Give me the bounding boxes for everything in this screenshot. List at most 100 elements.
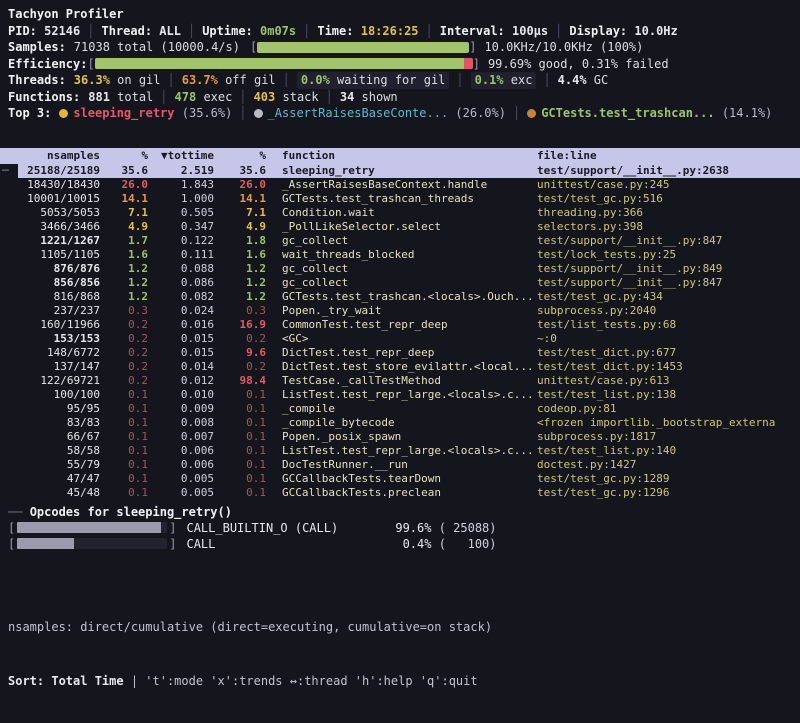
separator: │ (296, 23, 317, 40)
top-function[interactable]: GCTests.test_trashcan... (14.1%) (527, 105, 772, 122)
table-row[interactable]: 816/8681.20.0821.2GCTests.test_trashcan.… (0, 290, 800, 304)
tottime-cell: 0.122 (148, 234, 214, 248)
separator: │ (276, 72, 297, 89)
thread-stat: 4.4% GC (558, 72, 609, 89)
file-line-cell: test/test_list.py:138 (537, 388, 800, 402)
separator: │ (449, 72, 470, 89)
function-cell: gc_collect (282, 234, 537, 248)
opcodes-section: ── Opcodes for sleeping_retry() []CALL_B… (0, 500, 800, 552)
pct-direct-cell: 35.6 (100, 164, 148, 178)
nsamples-cell: 1221/1267 (18, 234, 100, 248)
tottime-cell: 2.519 (148, 164, 214, 178)
nsamples-cell: 153/153 (18, 332, 100, 346)
pct-direct-cell: 0.1 (100, 416, 148, 430)
col-gap (266, 402, 282, 416)
tottime-cell: 0.088 (148, 262, 214, 276)
col-pct-direct[interactable]: % (100, 148, 148, 164)
nsamples-cell: 18430/18430 (18, 178, 100, 192)
bracket-open: [ (8, 520, 15, 536)
table-row[interactable]: 237/2370.30.0240.3Popen._try_waitsubproc… (0, 304, 800, 318)
bracket-close: ] (469, 39, 476, 56)
nsamples-cell: 816/868 (18, 290, 100, 304)
tottime-cell: 0.009 (148, 402, 214, 416)
table-row[interactable]: 3466/34664.90.3474.9_PollLikeSelector.se… (0, 220, 800, 234)
samples-value: 71038 total (10000.4/s) (74, 39, 240, 56)
pct-cumulative-cell: 1.8 (214, 234, 266, 248)
table-row[interactable]: 83/830.10.0080.1_compile_bytecode<frozen… (0, 416, 800, 430)
separator: │ (232, 89, 253, 106)
pct-direct-cell: 0.2 (100, 360, 148, 374)
opcode-count: ( 25088) (431, 520, 496, 536)
table-row[interactable]: 47/470.10.0050.1GCCallbackTests.tearDown… (0, 472, 800, 486)
opcode-pct: 99.6% (376, 520, 431, 536)
table-row[interactable]: 1105/11051.60.1111.6wait_threads_blocked… (0, 248, 800, 262)
pct-direct-cell: 1.6 (100, 248, 148, 262)
pct-cumulative-cell: 9.6 (214, 346, 266, 360)
header-section: Tachyon Profiler PID: 52146│Thread: ALL│… (0, 0, 800, 122)
table-row[interactable]: 856/8561.20.0861.2gc_collecttest/support… (0, 276, 800, 290)
table-row[interactable]: 10001/1001514.11.00014.1GCTests.test_tra… (0, 192, 800, 206)
function-cell: _PollLikeSelector.select (282, 220, 537, 234)
top3-label: Top 3: (8, 105, 51, 122)
selection-marker (0, 206, 18, 220)
col-nsamples[interactable]: nsamples (18, 148, 100, 164)
col-file-line[interactable]: file:line (537, 148, 800, 164)
selection-marker (0, 444, 18, 458)
nsamples-cell: 5053/5053 (18, 206, 100, 220)
silver-medal-icon (254, 109, 263, 118)
file-line-cell: codeop.py:81 (537, 402, 800, 416)
table-row[interactable]: 55/790.10.0060.1DocTestRunner.__rundocte… (0, 458, 800, 472)
selection-marker (0, 416, 18, 430)
table-row[interactable]: 148/67720.20.0159.6DictTest.test_repr_de… (0, 346, 800, 360)
table-row[interactable]: 100/1000.10.0100.1ListTest.test_repr_lar… (0, 388, 800, 402)
bracket-open: [ (250, 39, 257, 56)
col-gap (266, 164, 282, 178)
tottime-cell: 0.007 (148, 430, 214, 444)
table-row[interactable]: 160/119660.20.01616.9CommonTest.test_rep… (0, 318, 800, 332)
opcode-bar-fill (17, 522, 161, 533)
opcode-bar-fill (17, 538, 74, 549)
file-line-cell: test/test_gc.py:1289 (537, 472, 800, 486)
top-function[interactable]: sleeping_retry (35.6%) (59, 105, 232, 122)
table-row[interactable]: 18430/1843026.01.84326.0_AssertRaisesBas… (0, 178, 800, 192)
table-row[interactable]: 153/1530.20.0150.2<GC>~:0 (0, 332, 800, 346)
col-gap (266, 416, 282, 430)
pct-cumulative-cell: 1.2 (214, 290, 266, 304)
col-gap (266, 472, 282, 486)
opcode-row: []CALL0.4% ( 100) (8, 536, 792, 552)
file-line-cell: ~:0 (537, 332, 800, 346)
top-function[interactable]: _AssertRaisesBaseConte... (26.0%) (254, 105, 506, 122)
table-row[interactable]: 122/697210.20.01298.4TestCase._callTestM… (0, 374, 800, 388)
separator: │ (181, 23, 202, 40)
footer: nsamples: direct/cumulative (direct=exec… (0, 582, 800, 723)
table-row[interactable]: 45/480.10.0050.1GCCallbackTests.preclean… (0, 486, 800, 500)
col-gap (266, 444, 282, 458)
function-cell: ListTest.test_repr_large.<locals>.c... (282, 444, 537, 458)
file-line-cell: test/test_list.py:140 (537, 444, 800, 458)
file-line-cell: test/support/__init__.py:2638 (537, 164, 800, 178)
table-row[interactable]: 1221/12671.70.1221.8gc_collecttest/suppo… (0, 234, 800, 248)
file-line-cell: doctest.py:1427 (537, 458, 800, 472)
table-row[interactable]: 66/670.10.0070.1Popen._posix_spawnsubpro… (0, 430, 800, 444)
col-gap (266, 262, 282, 276)
col-tottime-sorted[interactable]: ▼tottime (148, 148, 214, 164)
table-row[interactable]: 5053/50537.10.5057.1Condition.waitthread… (0, 206, 800, 220)
table-row[interactable]: 137/1470.20.0140.2DictTest.test_store_ev… (0, 360, 800, 374)
col-function[interactable]: function (282, 148, 537, 164)
table-row[interactable]: 876/8761.20.0881.2gc_collecttest/support… (0, 262, 800, 276)
function-cell: wait_threads_blocked (282, 248, 537, 262)
status-value: 100µs (512, 23, 548, 40)
pct-direct-cell: 7.1 (100, 206, 148, 220)
thread-stat: 0.1% exc (471, 72, 537, 89)
col-pct-cumulative[interactable]: % (214, 148, 266, 164)
table-row-selected[interactable]: ─25188/2518935.62.51935.6sleeping_retryt… (0, 164, 800, 178)
table-row[interactable]: 95/950.10.0090.1_compilecodeop.py:81 (0, 402, 800, 416)
pct-direct-cell: 1.2 (100, 262, 148, 276)
top-function-name: sleeping_retry (73, 105, 174, 122)
selection-marker (0, 332, 18, 346)
selection-marker (0, 430, 18, 444)
table-row[interactable]: 58/580.10.0060.1ListTest.test_repr_large… (0, 444, 800, 458)
opcode-name: CALL_BUILTIN_O (CALL) (176, 520, 376, 536)
col-gap (266, 346, 282, 360)
tottime-cell: 0.006 (148, 444, 214, 458)
